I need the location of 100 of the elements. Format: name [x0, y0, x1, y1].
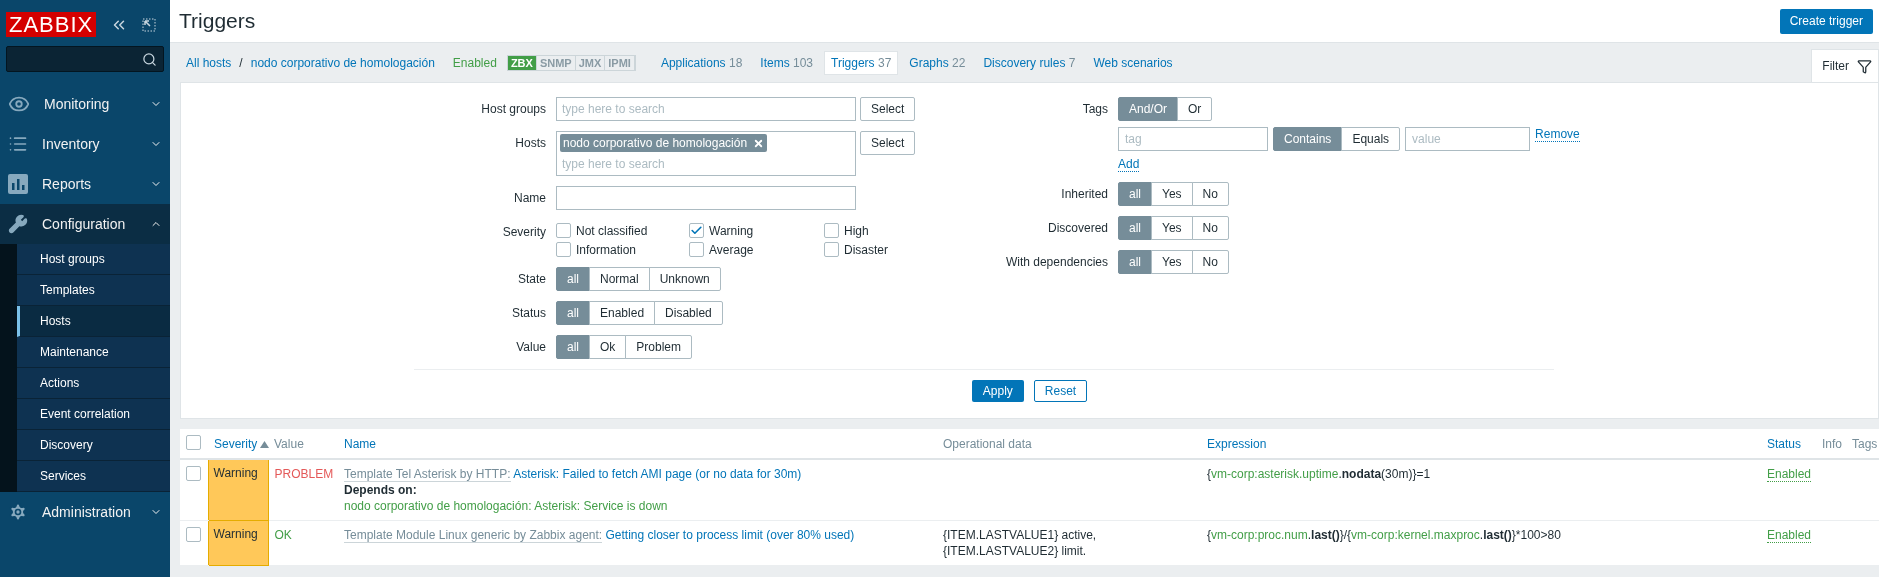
tag-field[interactable]: tag	[1118, 127, 1268, 151]
search-field[interactable]	[6, 46, 164, 72]
item-key-link[interactable]: vm-corp:proc.num	[1211, 528, 1308, 542]
menu-item[interactable]: Inventory	[0, 124, 170, 164]
filter-label: Tags	[1081, 101, 1108, 118]
segment-button[interactable]: Or	[1177, 97, 1213, 121]
segment-button[interactable]: Yes	[1151, 216, 1193, 240]
submenu-item[interactable]: Services	[17, 461, 170, 492]
value-field[interactable]: value	[1405, 127, 1531, 151]
select-button[interactable]: Select	[860, 97, 916, 121]
segment-button[interactable]: Problem	[625, 335, 693, 359]
segment-button[interactable]: Contains	[1273, 127, 1343, 151]
create-trigger-button[interactable]: Create trigger	[1779, 8, 1873, 34]
trigger-name-link[interactable]: Asterisk: Failed to fetch AMI page (or no data for 30m)	[513, 467, 802, 481]
logo[interactable]: ZABBIX	[6, 12, 97, 37]
host-tab[interactable]: Triggers 37	[824, 50, 899, 75]
segment-button[interactable]: all	[1118, 250, 1152, 274]
trigger-value: OK	[274, 528, 292, 542]
menu-item[interactable]: Administration	[0, 492, 170, 532]
filter-label: Status	[510, 305, 546, 322]
host-status: Enabled	[452, 55, 497, 70]
column-header[interactable]: Name	[338, 429, 937, 459]
dependency-link[interactable]: nodo corporativo de homologación: Asterisk: Service is down	[344, 499, 668, 513]
segment-button[interactable]: No	[1191, 216, 1229, 240]
filter-label: Name	[513, 190, 546, 207]
segment-button[interactable]: Equals	[1341, 127, 1401, 151]
host-tab[interactable]: Items 103	[753, 50, 821, 75]
wrench-icon	[8, 214, 28, 234]
trigger-name-link[interactable]: Getting closer to process limit (over 80% used)	[605, 528, 855, 542]
page-title: Triggers	[179, 9, 256, 33]
column-header[interactable]: Status	[1761, 429, 1816, 459]
search-icon[interactable]	[142, 51, 157, 67]
menu-item[interactable]: Configuration	[0, 204, 170, 244]
segment-button[interactable]: Yes	[1151, 182, 1193, 206]
status-link[interactable]: Enabled	[1767, 528, 1812, 543]
segment-button[interactable]: Normal	[589, 267, 650, 291]
menu-item[interactable]: Reports	[0, 164, 170, 204]
checkbox[interactable]	[824, 242, 839, 257]
apply-button[interactable]: Apply	[971, 380, 1024, 402]
host-tab[interactable]: Discovery rules 7	[976, 50, 1083, 75]
bar-chart-icon	[8, 174, 28, 194]
segment-button[interactable]: Ok	[589, 335, 627, 359]
breadcrumb-link[interactable]: nodo corporativo de homologación	[250, 55, 435, 70]
filter-icon	[1857, 58, 1872, 74]
row-checkbox[interactable]	[186, 527, 201, 542]
segment-button[interactable]: Yes	[1151, 250, 1193, 274]
filter-tab[interactable]: Filter	[1811, 49, 1879, 82]
host-tab[interactable]: Graphs 22	[902, 50, 973, 75]
segment-button[interactable]: all	[1118, 216, 1152, 240]
submenu-item[interactable]: Actions	[17, 368, 170, 399]
column-header: Value	[268, 429, 338, 459]
filter-label: Hosts	[514, 135, 546, 152]
select-button[interactable]: Select	[860, 131, 916, 155]
template-link[interactable]: Template Tel Asterisk by HTTP:	[344, 467, 511, 482]
checkbox[interactable]	[556, 242, 571, 257]
submenu-item[interactable]: Discovery	[17, 430, 170, 461]
segment-button[interactable]: all	[556, 335, 590, 359]
item-key-link[interactable]: vm-corp:kernel.maxproc	[1351, 528, 1480, 542]
menu-item[interactable]: Monitoring	[0, 84, 170, 124]
segment-button[interactable]: Unknown	[648, 267, 721, 291]
checkbox[interactable]	[689, 223, 704, 238]
segment-button[interactable]: And/Or	[1118, 97, 1178, 121]
expand-icon[interactable]	[142, 17, 157, 32]
search-input[interactable]: type here to search	[560, 155, 852, 173]
filter-label: Host groups	[480, 101, 546, 118]
filter-label: Inherited	[1060, 186, 1108, 203]
checkbox[interactable]	[824, 223, 839, 238]
remove-icon[interactable]	[753, 137, 765, 149]
segment-button[interactable]: No	[1191, 182, 1229, 206]
template-link[interactable]: Template Module Linux generic by Zabbix agent:	[344, 528, 603, 543]
row-checkbox[interactable]	[186, 466, 201, 481]
filter-label: Discovered	[1046, 220, 1108, 237]
add-link[interactable]: Add	[1118, 157, 1140, 172]
segment-button[interactable]: No	[1191, 250, 1229, 274]
name-field[interactable]	[556, 186, 856, 210]
host-tab[interactable]: Web scenarios	[1086, 50, 1180, 75]
submenu-item[interactable]: Hosts	[17, 306, 170, 337]
segment-button[interactable]: all	[556, 267, 590, 291]
submenu-item[interactable]: Host groups	[17, 244, 170, 275]
segment-button[interactable]: all	[1118, 182, 1152, 206]
submenu-item[interactable]: Maintenance	[17, 337, 170, 368]
column-header: Tags	[1846, 429, 1879, 459]
trigger-expression: {vm-corp:asterisk.uptime.nodata(30m)}=1	[1207, 467, 1431, 481]
breadcrumb-link[interactable]: All hosts	[186, 55, 232, 70]
column-header: Expression	[1201, 429, 1761, 459]
submenu-item[interactable]: Templates	[17, 275, 170, 306]
host-tab[interactable]: Applications 18	[653, 50, 750, 75]
segment-button[interactable]: Disabled	[654, 301, 723, 325]
item-key-link[interactable]: vm-corp:asterisk.uptime	[1211, 467, 1339, 481]
reset-button[interactable]: Reset	[1033, 380, 1088, 402]
checkbox[interactable]	[689, 242, 704, 257]
segment-button[interactable]: all	[556, 301, 590, 325]
multiselect-field[interactable]: nodo corporativo de homologación type here to search	[556, 131, 856, 176]
list-icon	[8, 134, 28, 154]
select-all-checkbox[interactable]	[186, 434, 201, 450]
submenu-item[interactable]: Event correlation	[17, 399, 170, 430]
remove-link[interactable]: Remove	[1535, 127, 1580, 142]
checkbox[interactable]	[556, 223, 571, 238]
status-link[interactable]: Enabled	[1767, 467, 1812, 482]
segment-button[interactable]: Enabled	[589, 301, 656, 325]
